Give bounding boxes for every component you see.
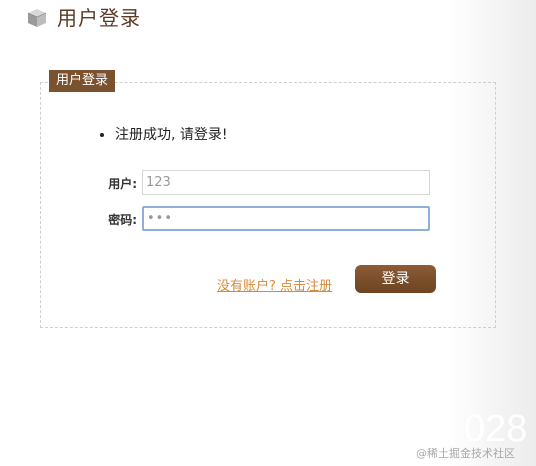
password-label: 密码: <box>108 213 137 227</box>
page-header: 用户登录 <box>26 4 141 32</box>
message-list: 注册成功, 请登录! <box>99 125 228 145</box>
register-link[interactable]: 没有账户? 点击注册 <box>217 275 332 294</box>
login-button[interactable]: 登录 <box>355 265 436 293</box>
username-input[interactable] <box>142 170 430 195</box>
login-form-box: 用户登录 注册成功, 请登录! 用户: 密码: 没有账户? 点击注册 登录 <box>40 70 496 328</box>
page-title: 用户登录 <box>57 6 141 30</box>
password-input[interactable] <box>142 206 430 231</box>
watermark-number: 028 <box>464 408 528 450</box>
username-label: 用户: <box>108 177 137 191</box>
success-message: 注册成功, 请登录! <box>115 125 228 145</box>
box-icon <box>27 9 47 27</box>
watermark-text: @稀土掘金技术社区 <box>416 447 515 460</box>
form-legend: 用户登录 <box>49 70 116 92</box>
